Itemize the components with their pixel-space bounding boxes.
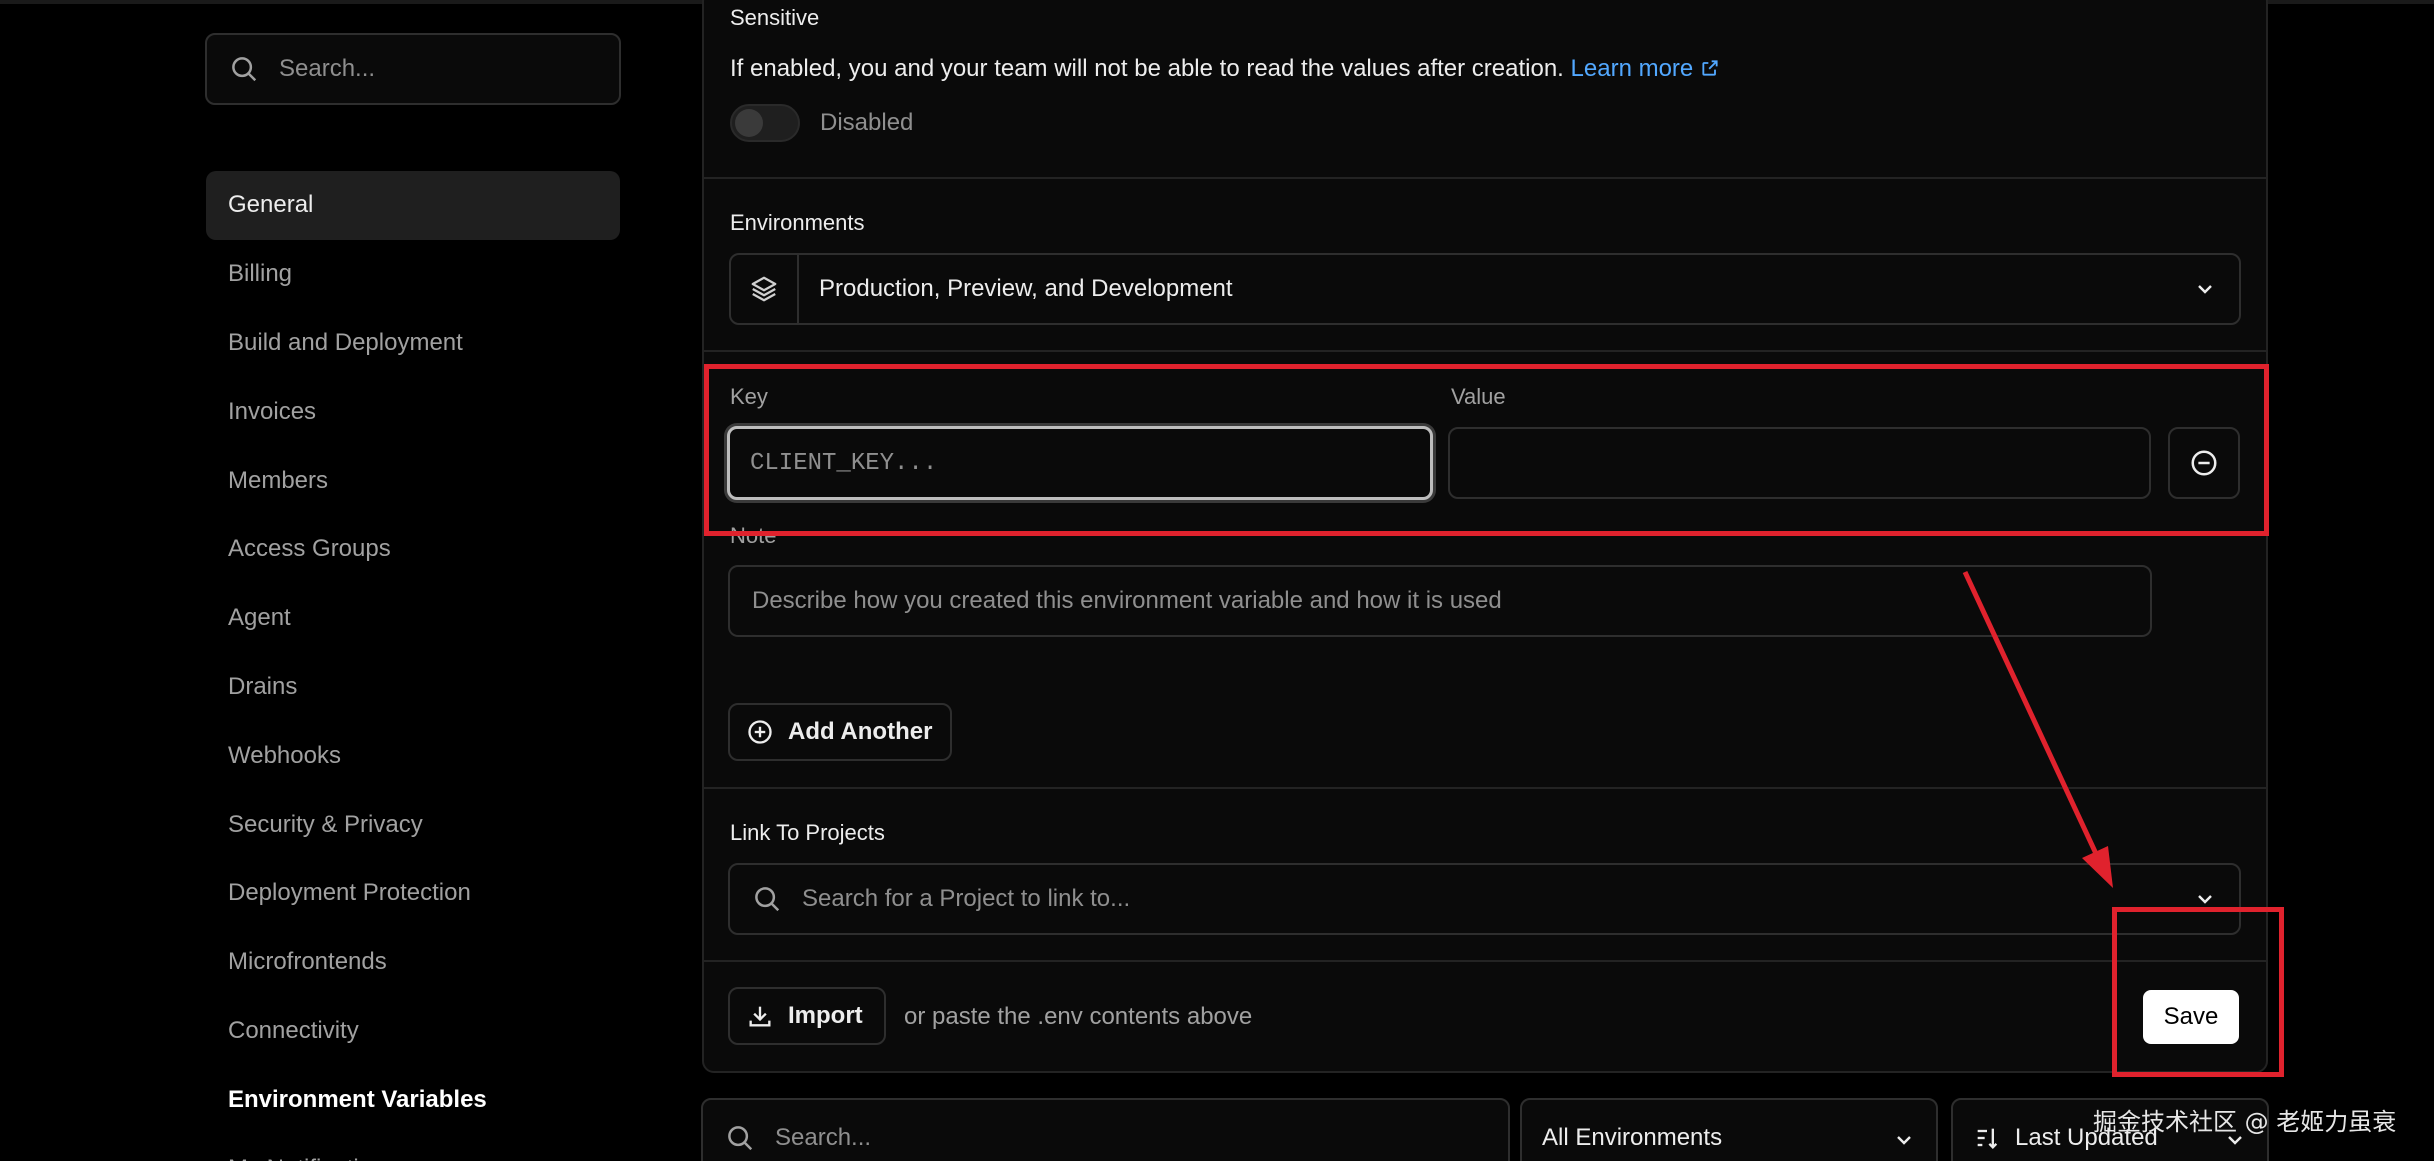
watermark: 掘金技术社区 @ 老姬力虽衰 [2093,1108,2397,1136]
annotation-arrow [1962,570,2113,888]
